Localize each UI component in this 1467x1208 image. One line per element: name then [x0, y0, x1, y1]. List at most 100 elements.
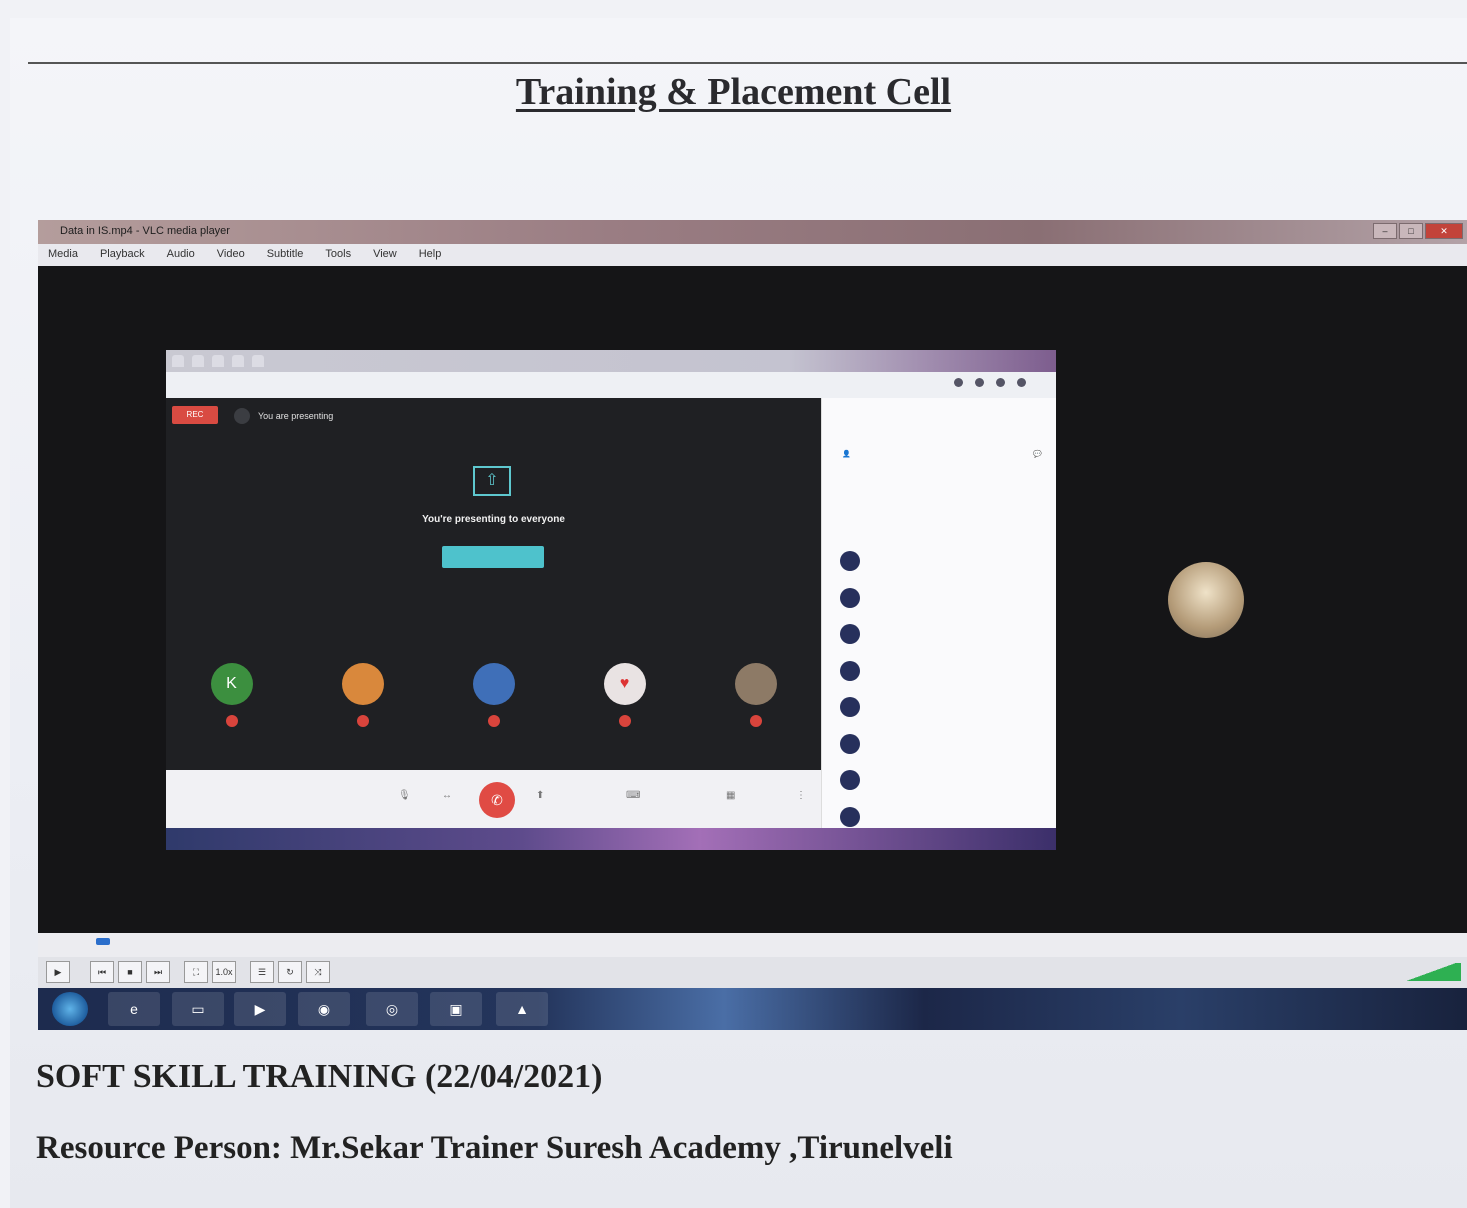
avatar [840, 660, 860, 681]
app-icon[interactable]: ▣ [430, 992, 482, 1026]
speed-indicator[interactable]: 1.0x [212, 961, 236, 983]
participant-tile[interactable]: ♥ [565, 663, 685, 727]
participant-tile[interactable]: K [172, 663, 292, 727]
present-screen-icon: ⇧ [473, 466, 511, 496]
meeting-stage: REC You are presenting ⇧ You're presenti… [166, 398, 821, 770]
menu-view[interactable]: View [373, 248, 397, 266]
panel-tabs: 👤 💬 [842, 450, 1042, 458]
avatar [840, 624, 860, 645]
extension-icon [996, 378, 1005, 387]
maximize-icon[interactable]: □ [1399, 223, 1423, 239]
avatar [840, 806, 860, 827]
mic-off-icon [749, 715, 762, 727]
avatar [840, 551, 860, 572]
video-area[interactable]: REC You are presenting ⇧ You're presenti… [38, 266, 1467, 933]
avatar: ♥ [603, 663, 646, 705]
extension-icon [954, 378, 963, 387]
list-item[interactable] [840, 653, 1050, 690]
browser-tab-strip [166, 350, 1056, 372]
menu-playback[interactable]: Playback [100, 248, 145, 266]
captured-meet-screen: REC You are presenting ⇧ You're presenti… [166, 350, 1056, 850]
camera-icon[interactable]: ↔ [442, 790, 452, 801]
windows-taskbar: e ▭ ▶ ◉ ◎ ▣ ▲ [38, 988, 1467, 1030]
browser-tab [212, 355, 224, 367]
resource-person-caption: Resource Person: Mr.Sekar Trainer Suresh… [36, 1130, 953, 1166]
participant-tile[interactable] [434, 663, 554, 727]
playback-controls: ▶ ⏮ ■ ⏭ ⛶ 1.0x ☰ ↻ ⤨ [38, 957, 1467, 988]
play-icon[interactable]: ▶ [46, 961, 70, 983]
avatar [734, 663, 777, 705]
previous-icon[interactable]: ⏮ [90, 961, 114, 983]
start-button[interactable] [52, 992, 88, 1026]
tab-people[interactable]: 👤 [842, 450, 851, 458]
vlc-window-title: Data in IS.mp4 - VLC media player [60, 225, 230, 237]
participant-tile[interactable] [696, 663, 816, 727]
self-avatar [1168, 562, 1244, 638]
browser-tab [252, 355, 264, 367]
presenting-label: You are presenting [258, 411, 334, 421]
captions-icon[interactable]: ⌨ [626, 790, 640, 801]
menu-video[interactable]: Video [217, 248, 245, 266]
minimize-icon[interactable]: – [1373, 223, 1397, 239]
stop-icon[interactable]: ■ [118, 961, 142, 983]
end-call-button[interactable]: ✆ [479, 782, 515, 818]
profile-icon [1017, 378, 1026, 387]
avatar [840, 697, 860, 718]
seek-handle[interactable] [96, 938, 110, 945]
menu-audio[interactable]: Audio [167, 248, 195, 266]
list-item[interactable] [840, 543, 1050, 580]
stop-presenting-button[interactable] [442, 546, 544, 568]
menu-help[interactable]: Help [419, 248, 442, 266]
avatar: K [210, 663, 253, 705]
fullscreen-icon[interactable]: ⛶ [184, 961, 208, 983]
vlc-window: Data in IS.mp4 - VLC media player – □ ✕ … [38, 220, 1467, 1030]
list-item[interactable] [840, 580, 1050, 617]
seek-bar[interactable] [38, 933, 1467, 957]
loop-icon[interactable]: ↻ [278, 961, 302, 983]
mic-off-icon [225, 715, 238, 727]
presenter-avatar [234, 408, 250, 424]
list-item[interactable] [840, 726, 1050, 763]
volume-slider[interactable] [1401, 963, 1461, 981]
recording-badge: REC [172, 406, 218, 424]
menu-media[interactable]: Media [48, 248, 78, 266]
list-item[interactable] [840, 689, 1050, 726]
vlc-task-icon[interactable]: ▲ [496, 992, 548, 1026]
participant-tile[interactable] [303, 663, 423, 727]
extension-icon [975, 378, 984, 387]
avatar [341, 663, 384, 705]
close-icon[interactable]: ✕ [1425, 223, 1463, 239]
shuffle-icon[interactable]: ⤨ [306, 961, 330, 983]
avatar [840, 587, 860, 608]
event-caption: SOFT SKILL TRAINING (22/04/2021) [36, 1058, 603, 1095]
layout-icon[interactable]: ▦ [726, 790, 735, 801]
menu-subtitle[interactable]: Subtitle [267, 248, 304, 266]
captured-taskbar [166, 828, 1056, 850]
tab-chat[interactable]: 💬 [1033, 450, 1042, 458]
media-player-icon[interactable]: ▶ [234, 992, 286, 1026]
list-item[interactable] [840, 616, 1050, 653]
vlc-menubar: Media Playback Audio Video Subtitle Tool… [38, 244, 1467, 266]
mic-off-icon [487, 715, 500, 727]
more-options-icon[interactable]: ⋮ [796, 790, 806, 801]
avatar [840, 733, 860, 754]
presenting-message: You're presenting to everyone [422, 514, 565, 525]
next-icon[interactable]: ⏭ [146, 961, 170, 983]
mic-off-icon [356, 715, 369, 727]
browser-address-bar [166, 372, 1056, 398]
page-title: Training & Placement Cell [515, 71, 952, 113]
header-rule [28, 62, 1467, 64]
playlist-icon[interactable]: ☰ [250, 961, 274, 983]
internet-explorer-icon[interactable]: e [108, 992, 160, 1026]
file-explorer-icon[interactable]: ▭ [172, 992, 224, 1026]
list-item[interactable] [840, 762, 1050, 799]
avatar [472, 663, 515, 705]
chrome-icon[interactable]: ◎ [366, 992, 418, 1026]
present-now-icon[interactable]: ⬆ [536, 790, 544, 801]
browser-tab [232, 355, 244, 367]
window-buttons: – □ ✕ [1373, 223, 1463, 239]
menu-tools[interactable]: Tools [325, 248, 351, 266]
mic-icon[interactable]: 🎙 [398, 790, 411, 801]
avatar [840, 770, 860, 791]
firefox-icon[interactable]: ◉ [298, 992, 350, 1026]
